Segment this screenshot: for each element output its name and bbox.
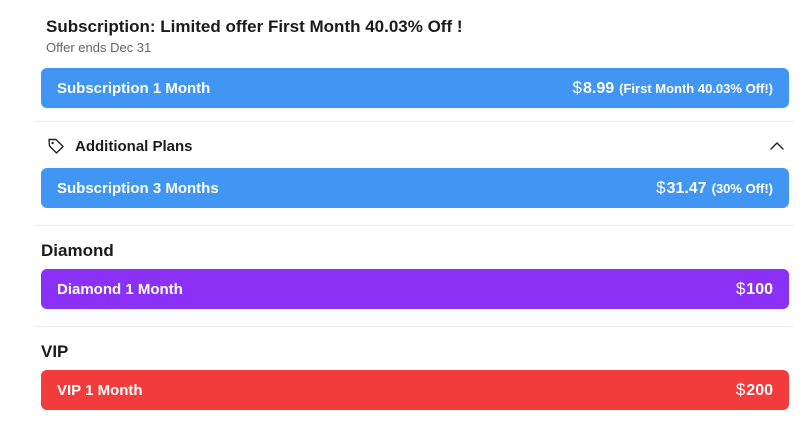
divider bbox=[34, 326, 794, 327]
plan-name: VIP 1 Month bbox=[57, 381, 143, 399]
price-amount: 31.47 bbox=[666, 180, 707, 197]
plan-name: Subscription 1 Month bbox=[57, 79, 211, 97]
currency-symbol: $ bbox=[572, 78, 583, 97]
plan-price: $ 200 bbox=[736, 380, 773, 400]
price-amount: 200 bbox=[746, 382, 773, 399]
tag-icon bbox=[47, 137, 65, 155]
discount-note: (First Month 40.03% Off!) bbox=[619, 81, 773, 96]
diamond-1-month-button[interactable]: Diamond 1 Month $ 100 bbox=[41, 269, 789, 309]
subscription-panel: Subscription: Limited offer First Month … bbox=[0, 0, 809, 422]
additional-plans-toggle[interactable]: Additional Plans bbox=[41, 134, 789, 158]
chevron-up-icon[interactable] bbox=[769, 138, 785, 154]
plan-name: Diamond 1 Month bbox=[57, 280, 183, 298]
currency-symbol: $ bbox=[735, 279, 746, 298]
divider bbox=[34, 121, 794, 122]
discount-note: (30% Off!) bbox=[711, 181, 773, 196]
plan-name: Subscription 3 Months bbox=[57, 179, 219, 197]
subscription-3-months-button[interactable]: Subscription 3 Months $ 31.47 (30% Off!) bbox=[41, 168, 789, 208]
offer-title: Subscription: Limited offer First Month … bbox=[46, 17, 463, 36]
plan-price: $ 8.99 (First Month 40.03% Off!) bbox=[573, 78, 773, 98]
price-amount: 8.99 bbox=[583, 80, 615, 97]
price-amount: 100 bbox=[746, 281, 773, 298]
plan-price: $ 100 bbox=[736, 279, 773, 299]
subscription-1-month-button[interactable]: Subscription 1 Month $ 8.99 (First Month… bbox=[41, 68, 789, 108]
diamond-section-title: Diamond bbox=[41, 241, 114, 260]
divider bbox=[34, 225, 794, 226]
currency-symbol: $ bbox=[735, 380, 746, 399]
currency-symbol: $ bbox=[656, 178, 666, 197]
vip-1-month-button[interactable]: VIP 1 Month $ 200 bbox=[41, 370, 789, 410]
offer-expiry: Offer ends Dec 31 bbox=[46, 40, 152, 55]
vip-section-title: VIP bbox=[41, 342, 69, 361]
additional-plans-label: Additional Plans bbox=[75, 137, 193, 155]
plan-price: $ 31.47 (30% Off!) bbox=[656, 178, 773, 198]
